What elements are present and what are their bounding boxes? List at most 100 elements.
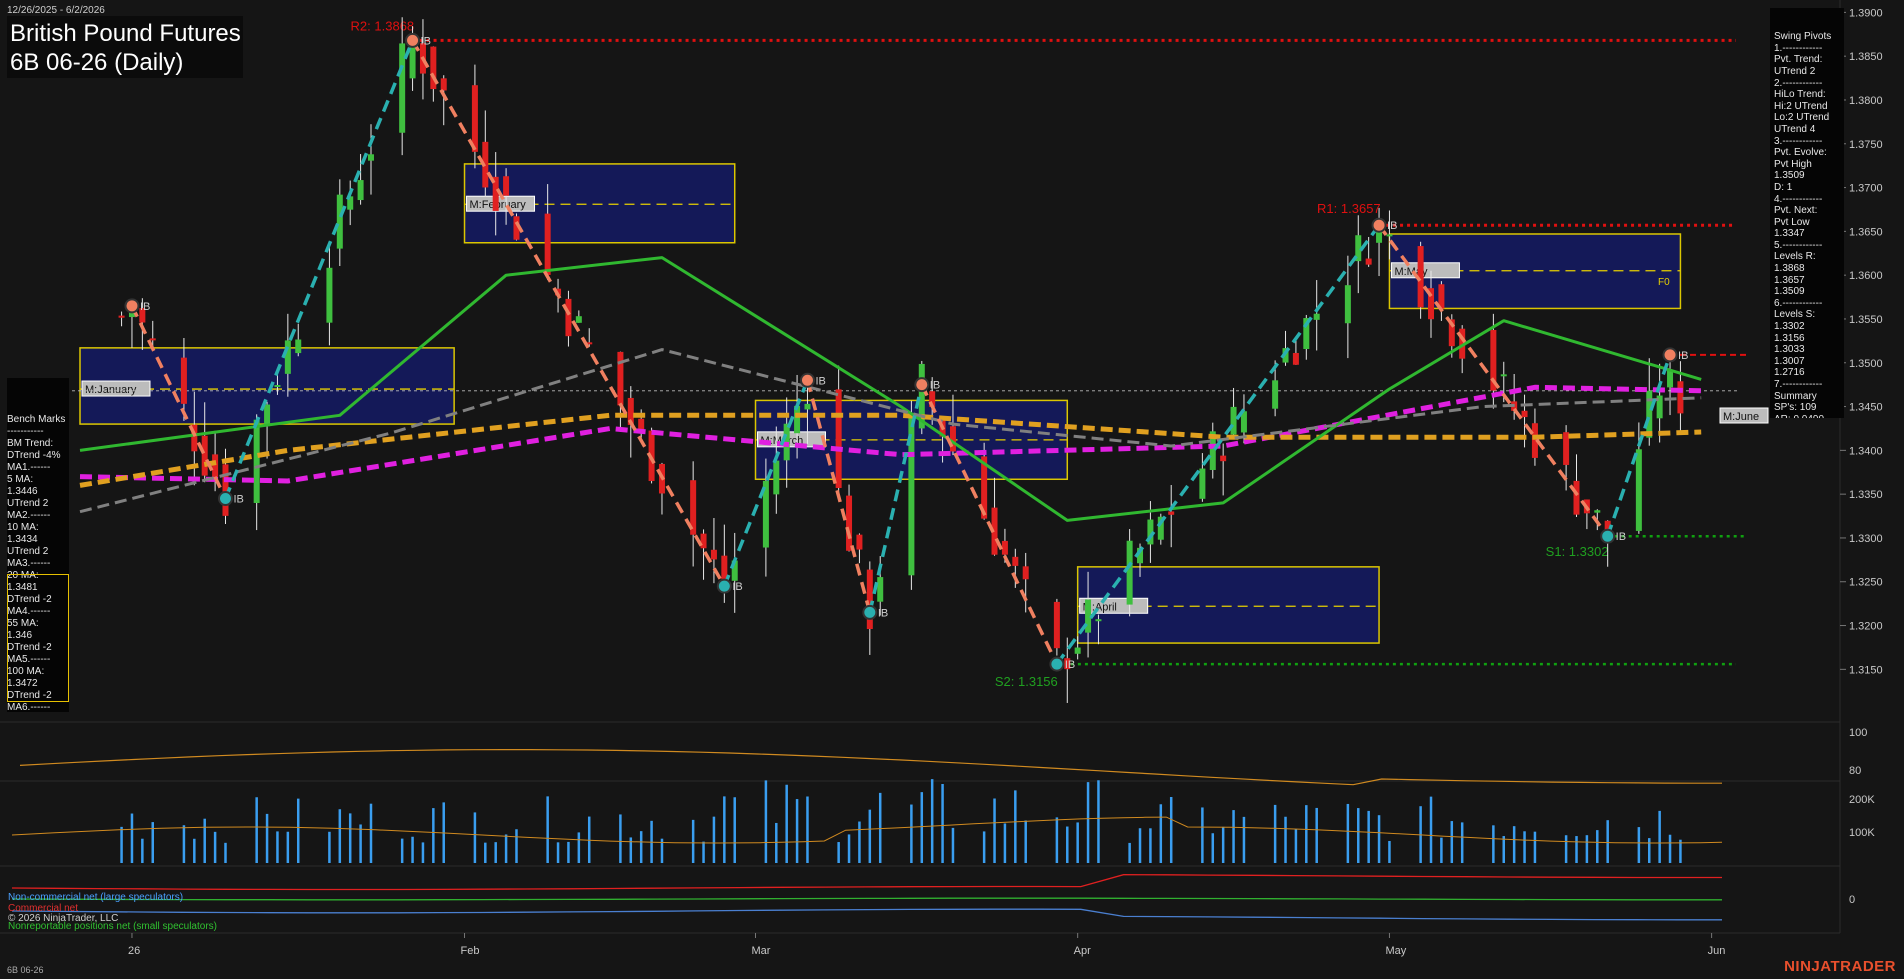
candle-body xyxy=(544,213,551,275)
candle-body xyxy=(575,316,582,323)
price-tick-label: 1.3800 xyxy=(1849,95,1883,107)
ib-label: IB xyxy=(421,35,431,47)
bench-marks-panel: Bench Marks ----------- BM Trend: DTrend… xyxy=(7,378,69,712)
swing-pivots-panel: Swing Pivots 1.------------ Pvt. Trend: … xyxy=(1770,8,1844,418)
price-tick-label: 1.3750 xyxy=(1849,139,1883,151)
price-tick-label: 1.3350 xyxy=(1849,489,1883,501)
date-tick-label: Apr xyxy=(1074,945,1091,957)
candle-body xyxy=(1074,647,1081,654)
ib-label: IB xyxy=(1387,220,1397,232)
candle-body xyxy=(274,385,281,388)
candle-body xyxy=(201,435,208,476)
price-tick-label: 1.3200 xyxy=(1849,621,1883,633)
candle-body xyxy=(877,577,884,602)
candle-body xyxy=(1500,374,1507,377)
candle-body xyxy=(440,78,447,91)
volume-tick-label: 100K xyxy=(1849,827,1875,839)
candle-body xyxy=(1022,566,1029,580)
fo-label: F0 xyxy=(1658,277,1670,288)
candle-body xyxy=(835,389,842,488)
price-tick-label: 1.3700 xyxy=(1849,183,1883,195)
price-tick-label: 1.3250 xyxy=(1849,577,1883,589)
r2-label: R2: 1.3868 xyxy=(351,18,415,33)
candle-body xyxy=(617,351,624,406)
candle-body xyxy=(367,154,374,161)
candle-body xyxy=(503,176,510,196)
candle-body xyxy=(1563,432,1570,465)
cot-large-spec-line xyxy=(11,908,1722,921)
candle-body xyxy=(1521,410,1528,418)
osc-tick-label: 100 xyxy=(1849,727,1867,739)
pivot-low-marker xyxy=(862,604,878,620)
pivot-low-marker xyxy=(1049,656,1065,672)
s2-label: S2: 1.3156 xyxy=(995,674,1058,689)
candle-body xyxy=(1667,369,1674,388)
candle-body xyxy=(1168,511,1175,515)
ninjatrader-logo: NINJATRADER xyxy=(1784,958,1896,975)
candle-body xyxy=(1012,556,1019,566)
pivot-low-marker xyxy=(716,578,732,594)
candle-body xyxy=(336,194,343,249)
candle-body xyxy=(1386,234,1393,237)
ib-label: IB xyxy=(1678,350,1688,362)
ib-label: IB xyxy=(815,375,825,387)
date-tick-label: Feb xyxy=(461,945,480,957)
cot-commercial-line xyxy=(11,874,1722,891)
ib-label: IB xyxy=(878,607,888,619)
volume-tick-label: 200K xyxy=(1849,794,1875,806)
cot-tick-label: 0 xyxy=(1849,894,1855,906)
candle-body xyxy=(1365,258,1372,265)
pivot-low-marker xyxy=(217,491,233,507)
date-range: 12/26/2025 - 6/2/2026 xyxy=(7,5,105,16)
price-tick-label: 1.3650 xyxy=(1849,226,1883,238)
candle-body xyxy=(118,315,125,318)
candle-body xyxy=(1095,619,1102,622)
candle-body xyxy=(773,460,780,495)
pivot-high-marker xyxy=(799,372,815,388)
pivot-high-marker xyxy=(1371,217,1387,233)
ib-label: IB xyxy=(930,380,940,392)
price-tick-label: 1.3150 xyxy=(1849,664,1883,676)
date-tick-label: Jun xyxy=(1708,945,1726,957)
candle-body xyxy=(1272,380,1279,409)
candle-body xyxy=(1220,455,1227,462)
candle-body xyxy=(846,495,853,551)
candle-body xyxy=(565,298,572,337)
price-chart[interactable]: 1.3900 1.3850 1.3800 1.3750 1.3700 1.3650 1.36… xyxy=(0,0,1904,979)
cot-small-spec-label: Nonreportable positions net (small specu… xyxy=(8,921,217,932)
s1-label: S1: 1.3302 xyxy=(1546,544,1609,559)
swing-line xyxy=(223,39,415,500)
candle-body xyxy=(710,549,717,560)
candle-body xyxy=(264,404,271,427)
monthly-box-label: M:June xyxy=(1723,411,1759,423)
price-tick-label: 1.3850 xyxy=(1849,51,1883,63)
instrument-name: British Pound Futures xyxy=(10,20,241,47)
osc-tick-label: 80 xyxy=(1849,765,1861,777)
candle-body xyxy=(1646,390,1653,438)
price-tick-label: 1.3450 xyxy=(1849,402,1883,414)
ib-label: IB xyxy=(732,581,742,593)
candle-body xyxy=(1199,468,1206,499)
candle-body xyxy=(1001,540,1008,555)
candle-body xyxy=(326,267,333,323)
candle-body xyxy=(638,418,645,430)
candle-body xyxy=(804,403,811,410)
candle-body xyxy=(1313,313,1320,320)
pivot-high-marker xyxy=(1662,347,1678,363)
volume-average-line xyxy=(11,816,1723,844)
chart-title-box: British Pound Futures 6B 06-26 (Daily) xyxy=(7,16,243,78)
date-tick-label: 26 xyxy=(128,945,140,957)
price-tick-label: 1.3550 xyxy=(1849,314,1883,326)
bench-highlight xyxy=(7,574,69,702)
candle-body xyxy=(253,419,260,503)
monthly-box-label: M:January xyxy=(85,384,137,396)
price-tick-label: 1.3400 xyxy=(1849,445,1883,457)
price-tick-label: 1.3600 xyxy=(1849,270,1883,282)
candle-body xyxy=(700,533,707,549)
contract-period: 6B 06-26 (Daily) xyxy=(10,49,184,76)
ib-label: IB xyxy=(1065,659,1075,671)
candle-body xyxy=(284,340,291,374)
candle-body xyxy=(856,534,863,550)
r1-label: R1: 1.3657 xyxy=(1317,201,1381,216)
swing-pivots-text: Swing Pivots 1.------------ Pvt. Trend: … xyxy=(1774,31,1832,418)
